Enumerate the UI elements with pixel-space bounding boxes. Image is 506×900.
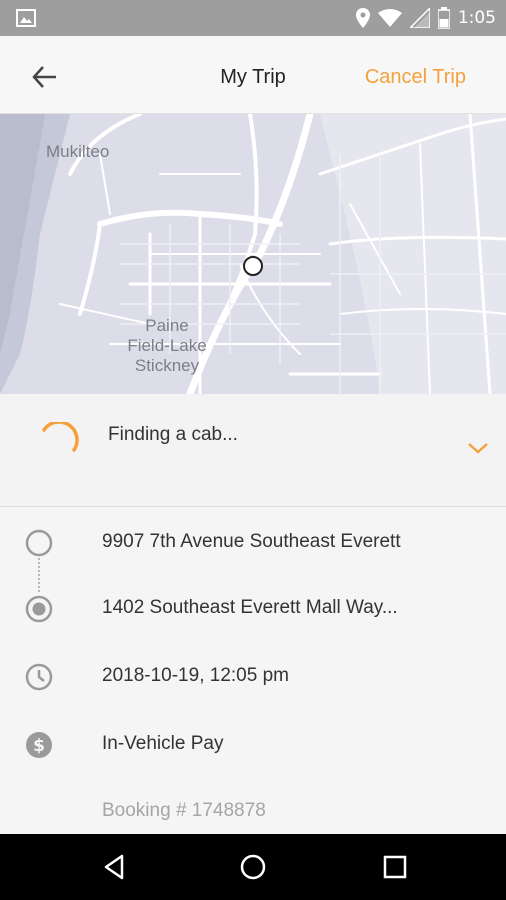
dropoff-circle-icon <box>25 595 53 623</box>
pickup-address: 9907 7th Avenue Southeast Everett <box>102 531 401 552</box>
dropoff-row: 1402 Southeast Everett Mall Way... <box>0 589 506 629</box>
status-bar: 1:05 <box>0 0 506 36</box>
cancel-trip-button[interactable]: Cancel Trip <box>365 66 466 89</box>
status-text: Finding a cab... <box>108 424 238 445</box>
booking-number: Booking # 1748878 <box>102 800 266 821</box>
payment-row: $ In-Vehicle Pay <box>0 725 506 765</box>
trip-status-panel: Finding a cab... <box>0 394 506 507</box>
location-icon <box>355 8 370 28</box>
status-time: 1:05 <box>457 8 496 28</box>
image-icon <box>16 9 36 27</box>
route-connector <box>38 558 40 592</box>
pickup-circle-icon <box>25 529 53 557</box>
battery-icon <box>437 7 450 29</box>
signal-icon <box>409 8 430 28</box>
navigation-bar <box>0 834 506 900</box>
map-label-mukilteo: Mukilteo <box>46 142 110 161</box>
payment-method: In-Vehicle Pay <box>102 733 224 754</box>
home-nav-icon[interactable] <box>238 852 268 882</box>
trip-datetime: 2018-10-19, 12:05 pm <box>102 665 289 686</box>
loading-spinner-icon <box>42 422 79 452</box>
app-header: My Trip Cancel Trip <box>0 36 506 114</box>
datetime-row: 2018-10-19, 12:05 pm <box>0 657 506 697</box>
clock-icon <box>25 663 53 691</box>
recents-nav-icon[interactable] <box>380 852 410 882</box>
map-label-paine-field: Paine Field-Lake Stickney <box>127 316 207 375</box>
dropoff-address: 1402 Southeast Everett Mall Way... <box>102 597 398 618</box>
pickup-row: 9907 7th Avenue Southeast Everett <box>0 523 506 563</box>
map-view[interactable]: Mukilteo Paine Field-Lake Stickney <box>0 114 506 394</box>
svg-text:$: $ <box>33 736 45 756</box>
dollar-icon: $ <box>26 732 52 758</box>
back-nav-icon[interactable] <box>100 852 130 882</box>
chevron-down-icon[interactable] <box>466 440 490 456</box>
wifi-icon <box>377 9 402 27</box>
